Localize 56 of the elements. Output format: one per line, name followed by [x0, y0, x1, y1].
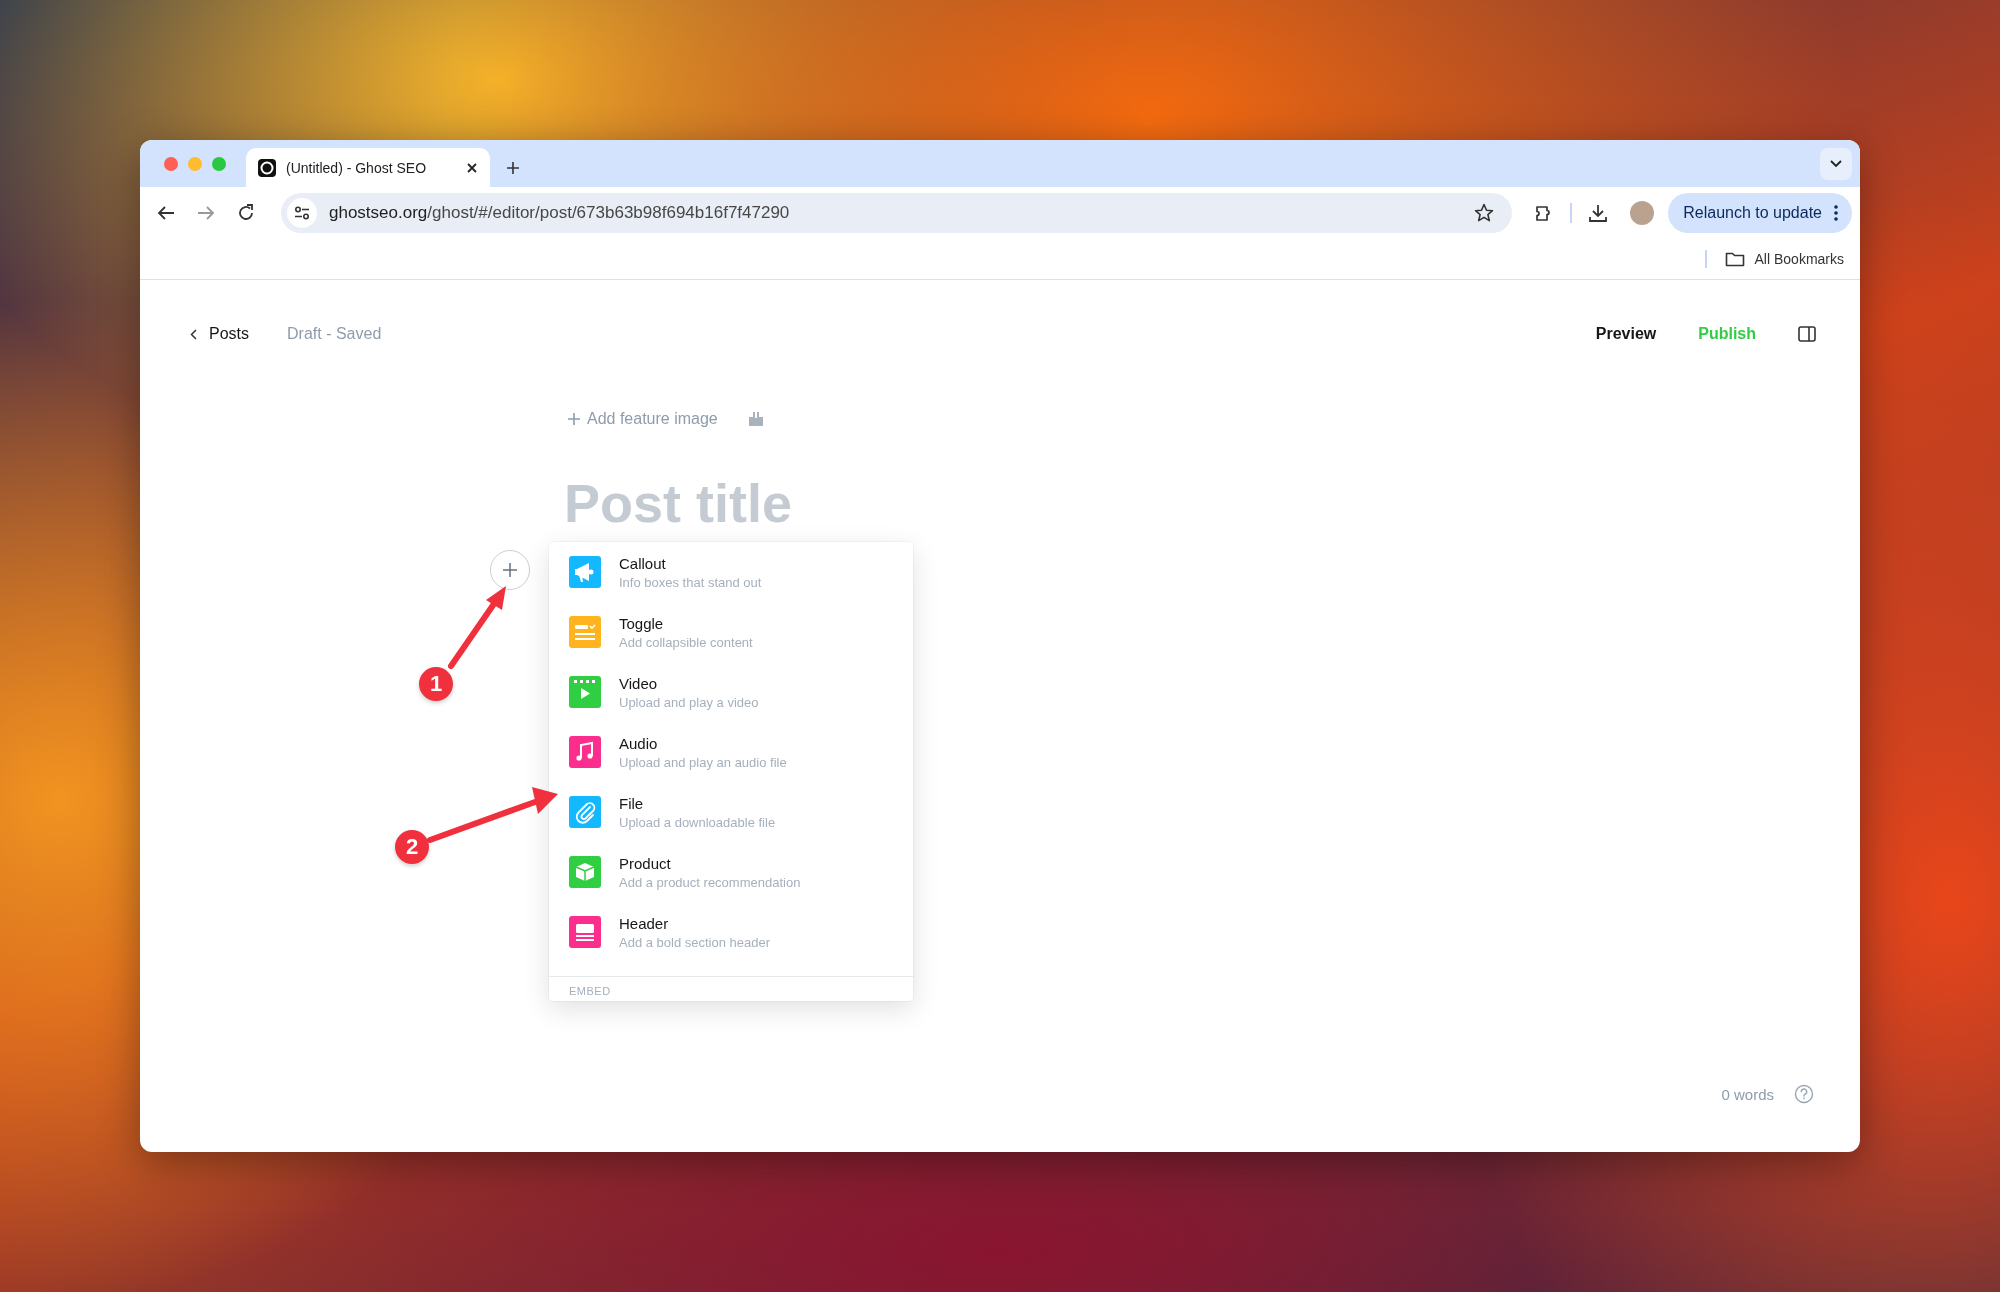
plus-icon: [567, 412, 581, 426]
item-title: Video: [619, 674, 659, 692]
item-title: Toggle: [619, 614, 665, 632]
plus-icon: [502, 562, 518, 578]
sidebar-toggle-icon[interactable]: [1798, 326, 1816, 342]
card-menu-item[interactable]: Video Upload and play a video: [549, 662, 913, 722]
item-title: Audio: [619, 734, 659, 752]
card-menu-item[interactable]: Toggle Add collapsible content: [549, 602, 913, 662]
item-title: Callout: [619, 554, 667, 572]
close-icon[interactable]: [466, 161, 478, 174]
sliders-icon: [294, 206, 310, 220]
window-control-icon: [188, 156, 202, 171]
new-tab-icon[interactable]: [506, 161, 520, 175]
address-bar[interactable]: ghostseo.org/ghost/#/editor/post/673b63b98f694b16f7f47290: [281, 193, 1513, 233]
tab-search-button[interactable]: [1820, 147, 1852, 180]
tab-title: (Untitled) - Ghost SEO: [286, 159, 428, 176]
section-label: EMBED: [568, 985, 612, 997]
post-status: Draft - Saved: [287, 325, 382, 343]
card-menu-item[interactable]: Header Add a bold section header: [549, 902, 913, 962]
item-description: Add a product recommendation: [619, 874, 801, 890]
card-menu-item[interactable]: Product Add a product recommendation: [549, 842, 913, 902]
chevron-left-icon: [190, 328, 197, 340]
item-description: Upload and play a video: [619, 694, 759, 710]
bookmarks-folder[interactable]: All Bookmarks: [1724, 251, 1844, 267]
item-description: Upload and play an audio file: [619, 754, 787, 770]
site-settings-button[interactable]: [287, 198, 317, 228]
relaunch-button[interactable]: Relaunch to update: [1668, 193, 1852, 233]
more-options-icon: [1834, 205, 1838, 221]
annotation-number: 2: [395, 830, 429, 864]
card-menu-item[interactable]: Audio Upload and play an audio file: [549, 722, 913, 782]
window-control-icon: [212, 156, 226, 171]
download-icon[interactable]: [1588, 203, 1609, 223]
back-arrow-icon[interactable]: [157, 205, 175, 221]
word-count: 0 words: [1721, 1085, 1774, 1103]
folder-icon: [1724, 251, 1745, 267]
browser-tab[interactable]: (Untitled) - Ghost SEO: [246, 148, 490, 187]
forward-arrow-icon[interactable]: [197, 205, 215, 221]
item-description: Add collapsible content: [619, 634, 753, 650]
item-description: Info boxes that stand out: [619, 574, 762, 590]
add-card-button[interactable]: [490, 550, 530, 590]
card-menu-item[interactable]: Callout Info boxes that stand out: [549, 542, 913, 602]
item-title: Header: [619, 914, 670, 932]
card-menu-item[interactable]: File Upload a downloadable file: [549, 782, 913, 842]
annotation-number: 1: [419, 667, 453, 701]
back-link[interactable]: Posts: [190, 325, 249, 343]
item-title: Product: [619, 854, 672, 872]
window-control-icon: [164, 156, 178, 171]
item-description: Add a bold section header: [619, 934, 771, 950]
preview-button[interactable]: Preview: [1595, 325, 1657, 343]
site-logo-icon: [258, 158, 276, 177]
reload-icon[interactable]: [237, 204, 255, 222]
item-title: File: [619, 794, 645, 812]
chevron-down-icon: [1830, 159, 1842, 168]
item-description: Upload a downloadable file: [619, 814, 776, 830]
star-icon[interactable]: [1474, 203, 1495, 223]
url-text: ghostseo.org/ghost/#/editor/post/673b63b98f694b16f7f47290: [329, 203, 790, 223]
